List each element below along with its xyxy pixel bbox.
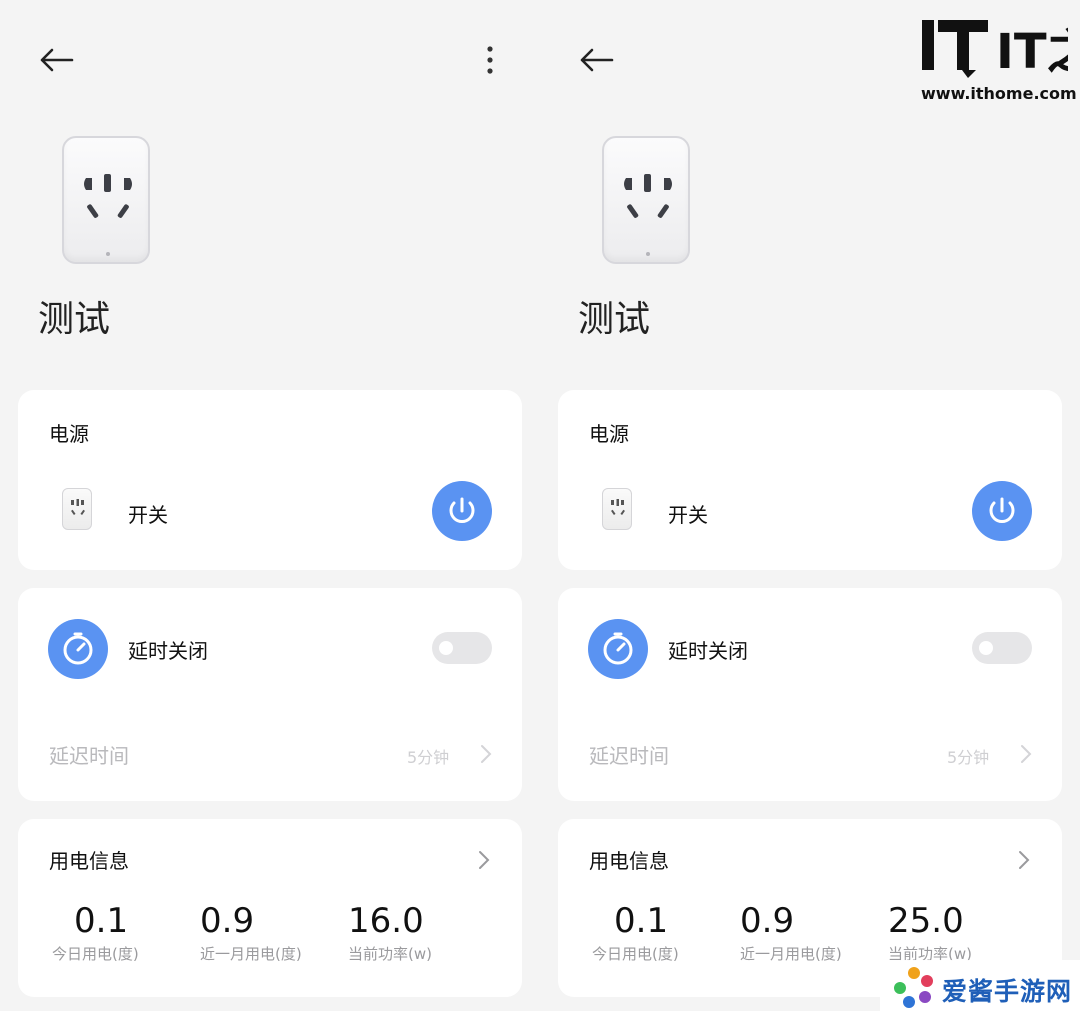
delay-off-toggle[interactable] <box>972 632 1032 664</box>
delay-time-row[interactable]: 延迟时间 5分钟 <box>18 728 522 778</box>
logo-text: IT之家 <box>996 24 1068 80</box>
chevron-right-icon[interactable] <box>478 850 490 870</box>
watermark-text: 爱酱手游网 <box>942 977 1073 1006</box>
switch-label: 开关 <box>668 503 708 527</box>
stat-month-label: 近一月用电(度) <box>740 945 842 963</box>
socket-device-image <box>602 136 690 264</box>
stat-today-label: 今日用电(度) <box>52 945 139 963</box>
stat-power-value: 16.0 <box>348 901 424 941</box>
delay-time-value: 5分钟 <box>407 748 450 767</box>
delay-time-value: 5分钟 <box>947 748 990 767</box>
power-section-title: 电源 <box>49 422 89 446</box>
watermark-badge: 爱酱手游网 <box>880 960 1080 1011</box>
timer-icon <box>48 619 108 679</box>
stat-month: 0.9 近一月用电(度) <box>200 901 302 964</box>
stat-today-value: 0.1 <box>614 901 669 941</box>
delay-off-toggle[interactable] <box>432 632 492 664</box>
power-card: 电源 开关 <box>558 390 1062 570</box>
socket-device-image <box>62 136 150 264</box>
timer-card: 延时关闭 延迟时间 5分钟 <box>18 588 522 801</box>
pinwheel-logo-icon <box>894 967 933 1008</box>
chevron-right-icon <box>481 745 492 763</box>
power-card: 电源 开关 <box>18 390 522 570</box>
power-icon <box>449 497 475 523</box>
toggle-knob <box>439 641 453 655</box>
delay-time-label: 延迟时间 <box>589 744 669 768</box>
delay-off-label: 延时关闭 <box>668 639 748 663</box>
stat-today-label: 今日用电(度) <box>592 945 679 963</box>
back-arrow-icon[interactable] <box>578 44 614 76</box>
usage-title: 用电信息 <box>49 849 129 873</box>
delay-time-row[interactable]: 延迟时间 5分钟 <box>558 728 1062 778</box>
device-title: 测试 <box>38 299 111 340</box>
screen-panel-right: 测试 电源 开关 延时关闭 延迟时间 5分钟 用电信息 0.1 今日用电(度) … <box>540 0 1080 1011</box>
power-button[interactable] <box>972 481 1032 541</box>
socket-thumbnail-icon <box>62 488 92 530</box>
delay-time-label: 延迟时间 <box>49 744 129 768</box>
back-arrow-icon[interactable] <box>38 44 74 76</box>
more-vertical-icon[interactable] <box>478 44 502 76</box>
stat-month: 0.9 近一月用电(度) <box>740 901 842 964</box>
ithome-url: www.ithome.com <box>921 84 1077 103</box>
device-title: 测试 <box>578 299 651 340</box>
stat-power-value: 25.0 <box>888 901 964 941</box>
power-button[interactable] <box>432 481 492 541</box>
stat-month-value: 0.9 <box>740 901 795 941</box>
chevron-right-icon <box>1021 745 1032 763</box>
stat-power-label: 当前功率(w) <box>348 945 432 963</box>
power-usage-card[interactable]: 用电信息 0.1 今日用电(度) 0.9 近一月用电(度) 16.0 当前功率(… <box>18 819 522 997</box>
timer-icon <box>588 619 648 679</box>
stat-month-label: 近一月用电(度) <box>200 945 302 963</box>
stat-today: 0.1 今日用电(度) <box>592 901 679 964</box>
delay-off-label: 延时关闭 <box>128 639 208 663</box>
stat-month-value: 0.9 <box>200 901 255 941</box>
stat-today-value: 0.1 <box>74 901 129 941</box>
stat-power: 16.0 当前功率(w) <box>348 901 432 964</box>
timer-card: 延时关闭 延迟时间 5分钟 <box>558 588 1062 801</box>
socket-thumbnail-icon <box>602 488 632 530</box>
chevron-right-icon[interactable] <box>1018 850 1030 870</box>
screen-panel-left: 测试 电源 开关 延时关闭 延迟时间 5分钟 用电信息 0.1 今日用电(度) … <box>0 0 540 1011</box>
switch-label: 开关 <box>128 503 168 527</box>
stat-power: 25.0 当前功率(w) <box>888 901 972 964</box>
power-icon <box>989 497 1015 523</box>
toggle-knob <box>979 641 993 655</box>
stat-today: 0.1 今日用电(度) <box>52 901 139 964</box>
usage-title: 用电信息 <box>589 849 669 873</box>
power-section-title: 电源 <box>589 422 629 446</box>
